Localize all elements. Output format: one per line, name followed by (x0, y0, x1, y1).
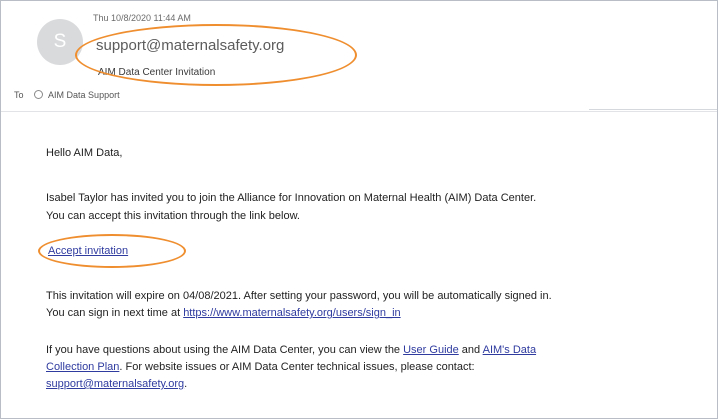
header-right-divider (589, 109, 717, 110)
signin-url-link[interactable]: https://www.maternalsafety.org/users/sig… (183, 307, 400, 319)
recipient-status-icon (34, 90, 44, 99)
help-line-1: If you have questions about using the AI… (46, 343, 536, 357)
support-line: support@maternalsafety.org. (46, 377, 187, 391)
data-plan-link-part1[interactable]: AIM's Data (483, 344, 536, 356)
final-period: . (184, 378, 188, 390)
signin-line: You can sign in next time at https://www… (46, 306, 401, 320)
help-prefix: If you have questions about using the AI… (46, 344, 404, 356)
email-date: Thu 10/8/2020 11:44 AM (93, 13, 191, 23)
greeting: Hello AIM Data, (46, 147, 123, 159)
and-text: and (458, 344, 483, 356)
user-guide-link[interactable]: User Guide (403, 344, 459, 356)
sender-highlight-ellipse (75, 24, 357, 86)
invite-line-2: You can accept this invitation through t… (46, 210, 300, 222)
help-line-2: Collection Plan. For website issues or A… (46, 360, 475, 374)
email-window: S Thu 10/8/2020 11:44 AM support@materna… (0, 0, 718, 419)
website-issues-text: . For website issues or AIM Data Center … (119, 361, 475, 373)
to-label: To (14, 90, 24, 100)
support-email-link[interactable]: support@maternalsafety.org (46, 378, 184, 390)
data-plan-link-part2[interactable]: Collection Plan (46, 361, 119, 373)
accept-link-highlight-ellipse (38, 234, 186, 268)
signin-prefix: You can sign in next time at (46, 307, 184, 319)
recipient-row: To AIM Data Support (14, 90, 120, 100)
invite-line-1: Isabel Taylor has invited you to join th… (46, 192, 537, 204)
recipient-name[interactable]: AIM Data Support (48, 90, 120, 100)
header-divider (1, 111, 717, 112)
expire-line: This invitation will expire on 04/08/202… (46, 290, 552, 302)
